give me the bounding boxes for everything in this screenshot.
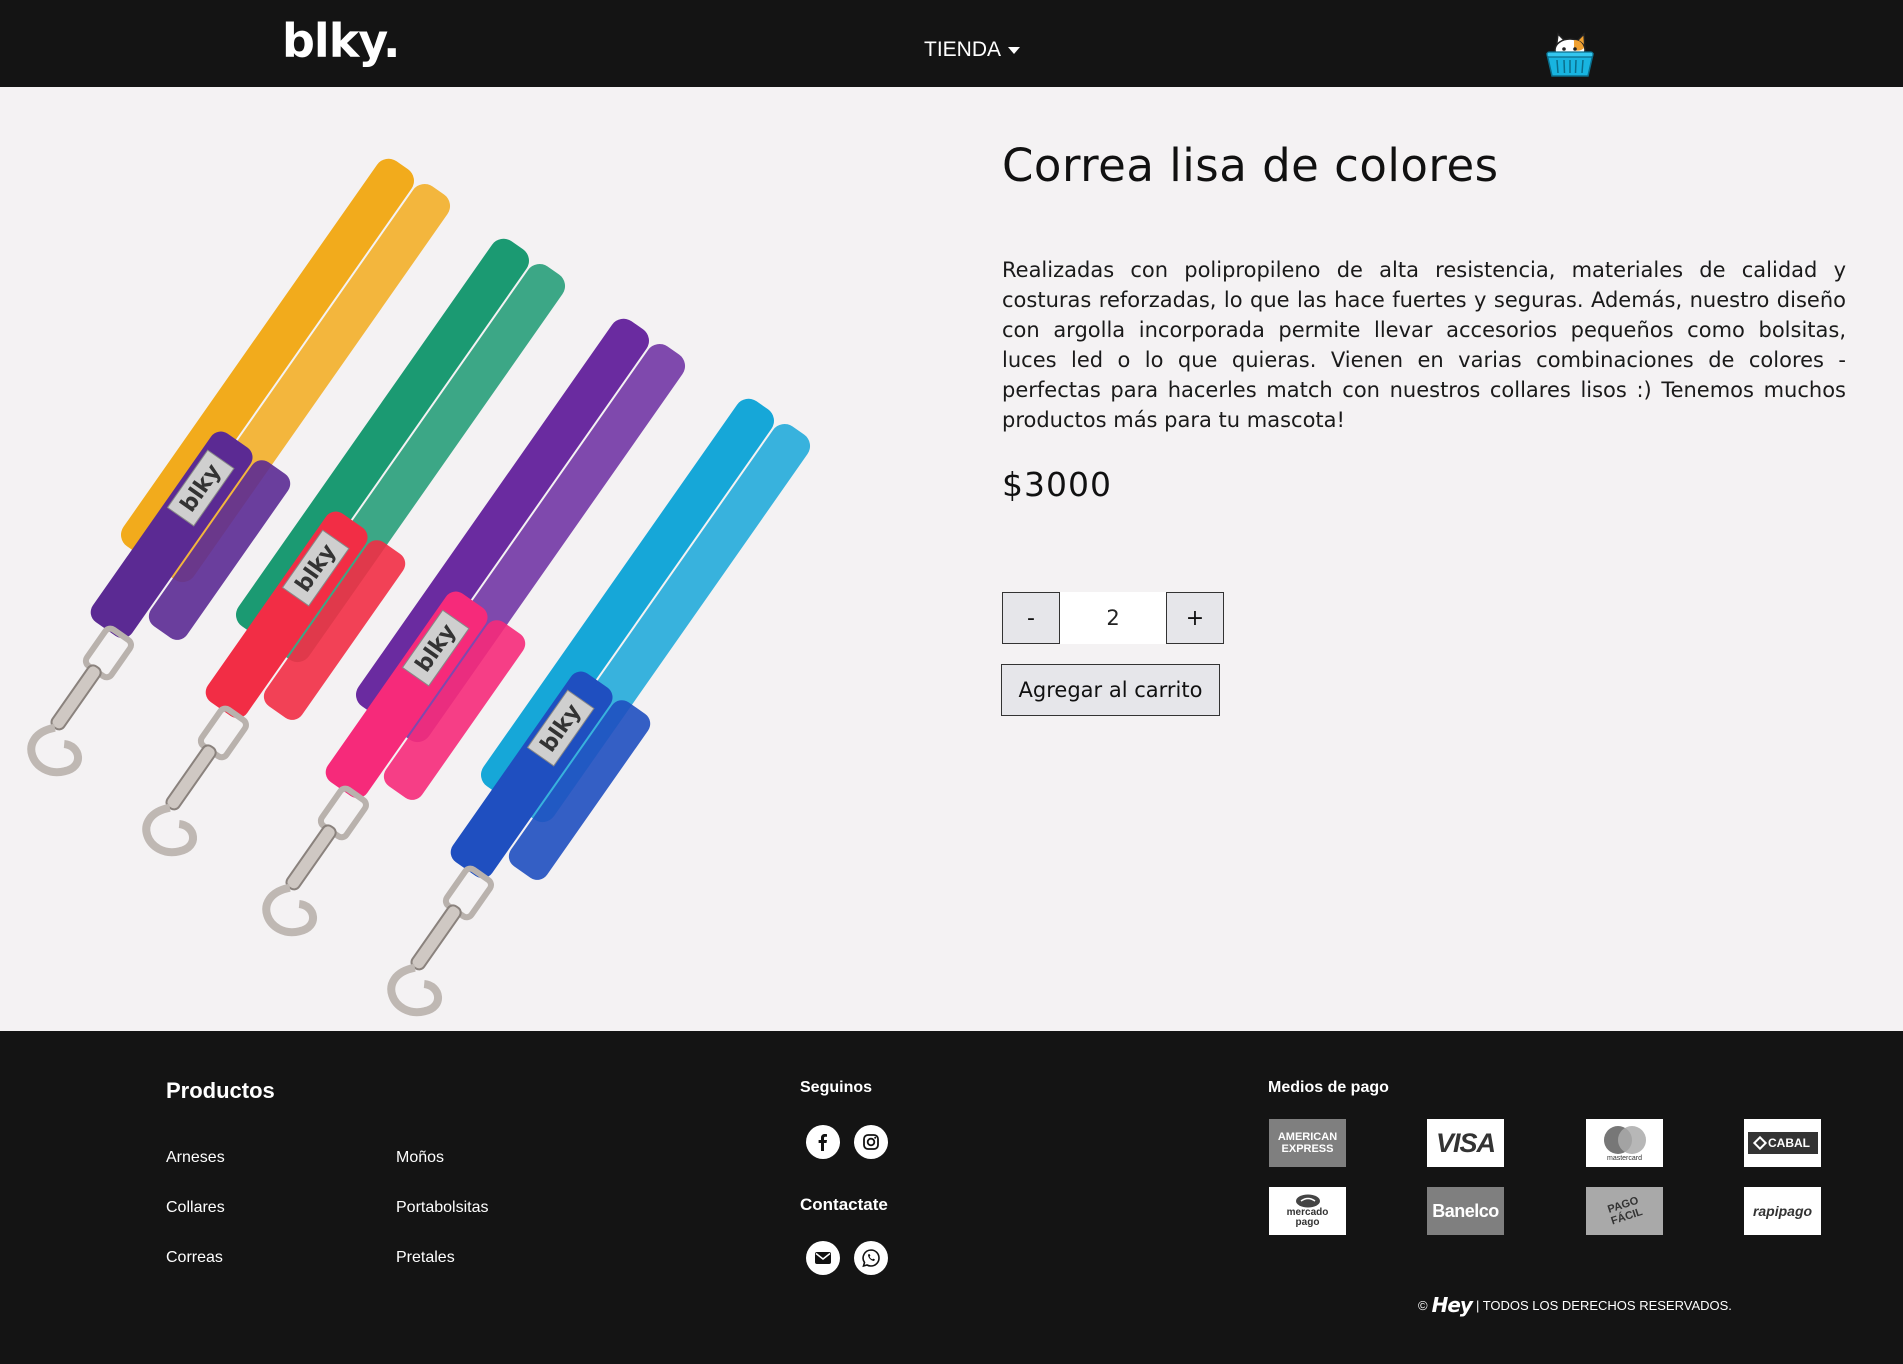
leash-clip-shaft	[285, 824, 337, 891]
footer-follow-title: Seguinos	[800, 1079, 873, 1096]
visa-logo: VISA	[1427, 1119, 1504, 1167]
cat-basket-icon[interactable]	[1544, 28, 1596, 78]
leash-clip-hook	[27, 723, 82, 777]
quantity-decrease-button[interactable]: -	[1002, 592, 1060, 644]
footer-link-arneses[interactable]: Arneses	[166, 1149, 225, 1167]
site-header: blky. TIENDA	[0, 0, 1903, 87]
email-icon[interactable]	[806, 1241, 840, 1275]
footer-link-monos[interactable]: Moños	[396, 1149, 444, 1167]
cabal-label: CABAL	[1768, 1136, 1810, 1150]
hey-logo[interactable]: Hey	[1432, 1293, 1473, 1317]
footer-link-pretales[interactable]: Pretales	[396, 1249, 455, 1267]
nav-tienda-dropdown[interactable]: TIENDA	[924, 38, 1021, 62]
quantity-stepper: - +	[1002, 592, 1224, 644]
site-footer: Productos Arneses Moños Collares Portabo…	[0, 1031, 1903, 1364]
pagofacil-logo: PAGO FÁCIL	[1586, 1187, 1663, 1235]
visa-label: VISA	[1435, 1127, 1496, 1158]
rapipago-logo: rapipago	[1744, 1187, 1821, 1235]
rapipago-label: rapipago	[1752, 1203, 1813, 1219]
mercadopago-logo: mercado pago	[1269, 1187, 1346, 1235]
add-to-cart-button[interactable]: Agregar al carrito	[1001, 664, 1220, 716]
amex-label: AMERICAN EXPRESS	[1277, 1131, 1338, 1155]
footer-link-portabolsitas[interactable]: Portabolsitas	[396, 1199, 489, 1217]
leash-clip-shaft	[410, 904, 462, 971]
footer-payments-title: Medios de pago	[1268, 1079, 1389, 1096]
cabal-logo: CABAL	[1744, 1119, 1821, 1167]
footer-link-correas[interactable]: Correas	[166, 1249, 223, 1267]
mercadopago-label: mercado pago	[1286, 1207, 1329, 1228]
footer-contact-title: Contactate	[800, 1195, 888, 1214]
product-price: $3000	[1002, 465, 1112, 504]
product-image: blkyblkyblkyblky	[27, 158, 811, 1017]
footer-products-title: Productos	[166, 1078, 275, 1103]
leash-clip-hook	[142, 803, 197, 857]
banelco-logo: Banelco	[1427, 1187, 1504, 1235]
product-description: Realizadas con polipropileno de alta res…	[1002, 258, 1846, 432]
amex-logo: AMERICAN EXPRESS	[1269, 1119, 1346, 1167]
product-title: Correa lisa de colores	[1002, 139, 1499, 192]
copyright-symbol: ©	[1418, 1297, 1428, 1313]
cabal-diamond-icon	[1752, 1135, 1768, 1151]
instagram-icon[interactable]	[854, 1125, 888, 1159]
quantity-input[interactable]	[1060, 592, 1166, 644]
leash-clip-shaft	[165, 744, 217, 811]
mastercard-label: mastercard	[1606, 1154, 1642, 1162]
footer-link-collares[interactable]: Collares	[166, 1199, 225, 1217]
leash-clip-hook	[262, 883, 317, 937]
facebook-icon[interactable]	[806, 1125, 840, 1159]
copyright-text: | TODOS LOS DERECHOS RESERVADOS.	[1475, 1297, 1732, 1313]
leash-clip-hook	[387, 963, 442, 1017]
quantity-increase-button[interactable]: +	[1166, 592, 1224, 644]
leash-clip-shaft	[50, 664, 102, 731]
pagofacil-label: PAGO FÁCIL	[1605, 1194, 1644, 1228]
nav-tienda-label: TIENDA	[924, 38, 1002, 61]
caret-down-icon	[1008, 46, 1021, 54]
site-logo[interactable]: blky.	[282, 18, 401, 64]
mastercard-logo: mastercard	[1586, 1119, 1663, 1167]
copyright: © Hey | TODOS LOS DERECHOS RESERVADOS.	[1418, 1293, 1732, 1317]
banelco-label: Banelco	[1432, 1200, 1499, 1221]
product-section: blky blky blky blky Correa lisa de colores …	[0, 87, 1903, 1031]
whatsapp-icon[interactable]	[854, 1241, 888, 1275]
